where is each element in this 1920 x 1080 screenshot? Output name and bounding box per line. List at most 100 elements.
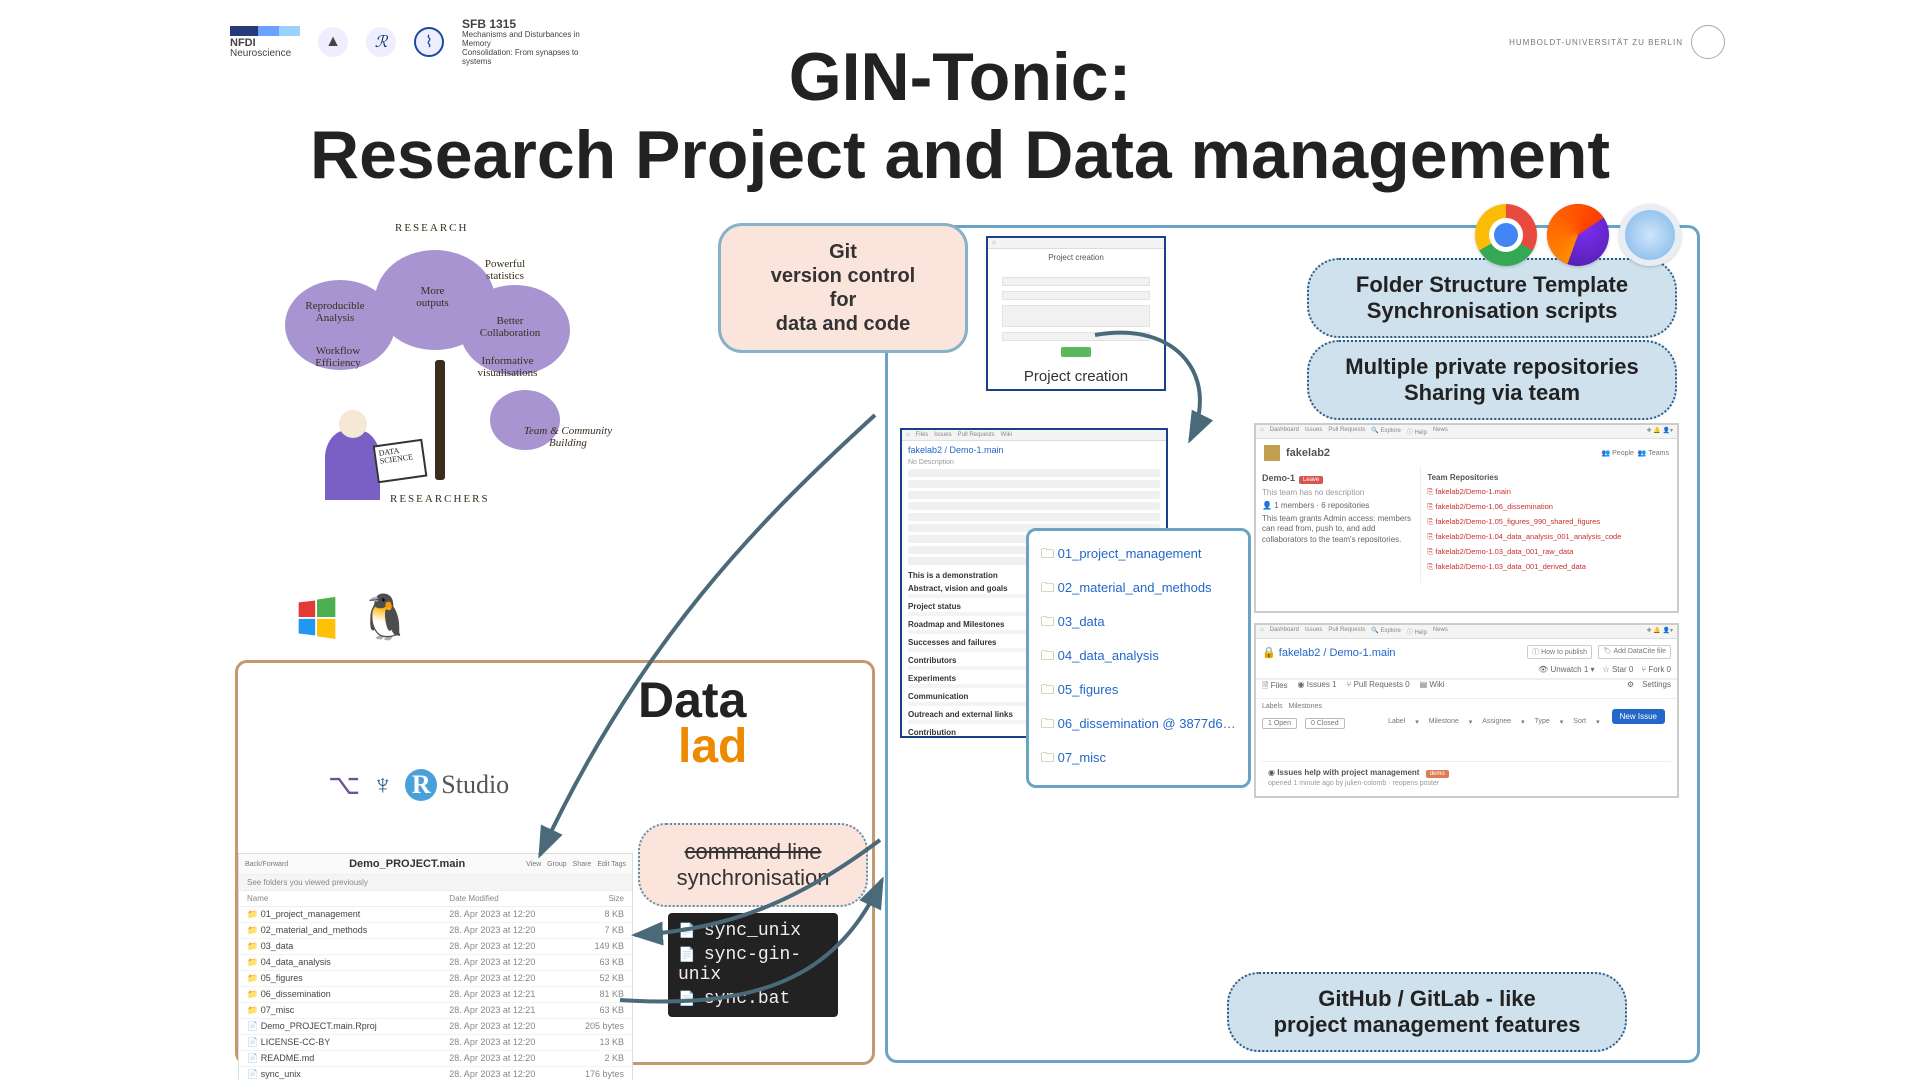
linux-icon: 🐧 [356,588,414,646]
tree-team-label: Team & Community Building [523,425,613,449]
finder-row: 03_data28. Apr 2023 at 12:20149 KB [239,939,632,955]
cli-sync-bubble: command line synchronisation [638,823,868,907]
bub-pm2: project management features [1274,1012,1581,1037]
itab: Settings [1642,680,1671,694]
itab: Issues 1 [1307,680,1337,689]
itab: Wiki [1429,680,1444,689]
inav: Explore [1381,628,1401,634]
repo-crumb: fakelab2 / Demo-1.main [902,441,1166,459]
rbtn: How to publish [1541,649,1587,656]
inav: Issues [1305,627,1322,636]
title-line1: GIN-Tonic: [0,38,1920,116]
firefox-icon [1547,204,1609,266]
pc-title: Project creation [988,249,1164,266]
datalad-logo: Data lad [638,678,747,768]
research-illustration: RESEARCH Powerful statistics More output… [285,230,615,530]
tree-leaf: Better Collaboration [470,315,550,339]
issue-tag: demo [1426,770,1449,778]
finder-row: sync_unix28. Apr 2023 at 12:20176 bytes [239,1067,632,1080]
term-line: sync_unix [668,919,838,943]
term-line: sync-gin-unix [668,943,838,987]
bub-temp1: Folder Structure Template [1356,272,1628,297]
browser-icons [1475,204,1681,266]
itab: Files [1271,681,1288,690]
finder-back: Back/Forward [245,861,288,868]
tb: Unwatch [1551,665,1582,674]
issue-title: Issues help with project management [1277,768,1419,777]
rstudio-text: Studio [441,770,509,799]
folder-template-shot: 01_project_management02_material_and_met… [1026,528,1251,788]
os-icons: 🐧 [288,588,482,646]
bub-pm1: GitHub / GitLab - like [1318,986,1536,1011]
bub-temp2: Synchronisation scripts [1367,298,1618,323]
tnav: Help [1415,430,1427,436]
git-l3: for [830,289,857,311]
team-repo-item: fakelab2/Demo-1.main [1427,487,1671,497]
folder-item: 07_misc [1029,743,1248,777]
finder-row: 06_dissemination28. Apr 2023 at 12:2181 … [239,987,632,1003]
finder-row: Demo_PROJECT.main.Rproj28. Apr 2023 at 1… [239,1019,632,1035]
team-shot: ⌂ Dashboard Issues Pull Requests 🔍 Explo… [1254,423,1679,613]
team-repo-item: fakelab2/Demo-1.03_data_001_raw_data [1427,547,1671,557]
itab: Pull Requests 0 [1354,680,1410,689]
team-repos-h: Team Repositories [1427,473,1498,482]
team-name: Demo-1 [1262,473,1295,483]
finder-tb: Share [573,861,592,868]
git-l4: data and code [776,313,910,335]
team-nodesc: This team has no description [1262,488,1414,497]
finder-path: Demo_PROJECT.main [288,858,526,870]
finder-window: Back/Forward Demo_PROJECT.main View Grou… [238,853,633,1080]
finder-row: README.md28. Apr 2023 at 12:202 KB [239,1051,632,1067]
rstudio-logo: RStudio [405,769,509,801]
git-tree-icon: ♆ [372,769,393,801]
folder-item: 06_dissemination @ 3877d6… [1029,709,1248,743]
inav: News [1433,627,1448,636]
issues-shot: ⌂ Dashboard Issues Pull Requests 🔍 Explo… [1254,623,1679,798]
inav: Dashboard [1270,627,1299,636]
sync-scripts-terminal: sync_unix sync-gin-unix sync.bat [668,913,838,1017]
scientist-icon [325,430,380,500]
finder-tb: Edit Tags [597,861,626,868]
issue-meta: opened 1 minute ago by julien-colomb · r… [1268,780,1439,787]
closed-count: 0 Closed [1305,718,1345,729]
safari-icon [1619,204,1681,266]
finder-row: 05_figures28. Apr 2023 at 12:2052 KB [239,971,632,987]
folder-item: 05_figures [1029,675,1248,709]
flt: Sort [1573,718,1586,729]
dev-tool-logos: ⌥ ♆ RStudio [328,768,509,801]
tnav: Explore [1381,428,1401,434]
ttab: Teams [1648,450,1669,457]
datalad-text2: lad [678,720,747,773]
tnav: News [1433,427,1448,436]
cli-line2: synchronisation [677,865,830,890]
tree-leaf: Workflow Efficiency [303,345,373,369]
team-repo-item: fakelab2/Demo-1.06_dissemination [1427,502,1671,512]
git-l1: Git [829,241,857,263]
folder-item: 03_data [1029,607,1248,641]
tb: Star [1612,665,1627,674]
tnav: Dashboard [1270,427,1299,436]
team-perm: This team grants Admin access: members c… [1262,514,1414,545]
tree-leaf: Reproducible Analysis [295,300,375,324]
col-size: Size [569,894,624,903]
git-version-control-bubble: Git version control for data and code [718,223,968,353]
apple-icon [424,588,482,646]
col-name: Name [247,894,449,903]
col-date: Date Modified [449,894,569,903]
team-repo-item: fakelab2/Demo-1.04_data_analysis_001_ana… [1427,532,1671,542]
folder-item: 02_material_and_methods [1029,573,1248,607]
inav: Help [1415,630,1427,636]
team-org: fakelab2 [1286,447,1330,459]
new-issue-btn: New Issue [1612,709,1665,724]
folder-item: 01_project_management [1029,539,1248,573]
data-science-sign: DATA SCIENCE [373,439,428,484]
template-bubble: Folder Structure Template Synchronisatio… [1307,258,1677,338]
bub-repo1: Multiple private repositories [1345,354,1638,379]
leave-badge: Leave [1299,476,1323,484]
github-icon: ⌥ [328,768,360,801]
finder-row: 01_project_management28. Apr 2023 at 12:… [239,907,632,923]
page-title: GIN-Tonic: Research Project and Data man… [0,38,1920,194]
rbtn: Add DataCite file [1613,648,1666,655]
open-count: 1 Open [1262,718,1297,729]
team-meta: 1 members · 6 repositories [1274,501,1369,510]
